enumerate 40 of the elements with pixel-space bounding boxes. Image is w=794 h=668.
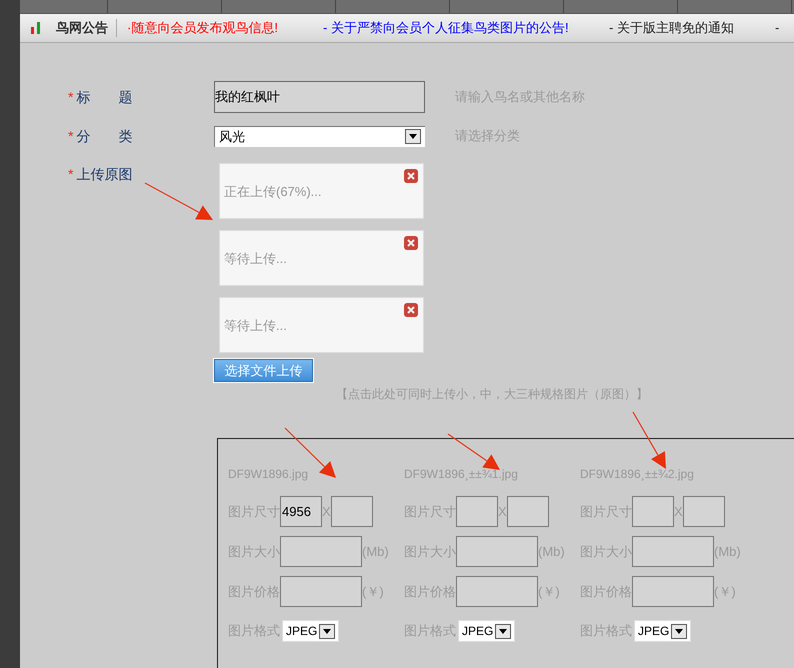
field-label: 分 类 [76, 126, 132, 146]
filesize-field[interactable] [280, 536, 362, 567]
bar-chart-icon [31, 22, 41, 34]
upload-status: 正在上传(67%)... [224, 182, 322, 201]
upload-status: 等待上传... [224, 250, 287, 268]
required-mark: * [68, 126, 74, 146]
notice-title: 鸟网公告 [56, 19, 108, 38]
height-field[interactable] [506, 496, 549, 527]
width-field[interactable]: 4956 [280, 496, 322, 527]
remove-icon[interactable] [404, 236, 418, 250]
price-field[interactable] [280, 576, 362, 607]
remove-icon[interactable] [404, 169, 418, 183]
unit-label: (￥) [538, 582, 560, 601]
arrow [632, 412, 666, 469]
filesize-field[interactable] [632, 536, 714, 567]
title-field[interactable]: 我的红枫叶 [214, 81, 425, 113]
upload-status: 等待上传... [224, 316, 287, 335]
unit-label: (￥) [362, 582, 384, 601]
required-mark: * [68, 165, 74, 184]
height-field[interactable] [682, 496, 725, 527]
width-field[interactable] [632, 496, 674, 527]
arrow [144, 182, 213, 220]
format-select[interactable]: JPEG [634, 620, 691, 642]
unit-label: (￥) [714, 582, 736, 601]
format-select[interactable]: JPEG [458, 620, 515, 642]
notice-link[interactable]: - 关于版主聘免的通知 [609, 18, 775, 38]
filesize-field[interactable] [456, 536, 538, 567]
field-label: 上传原图 [76, 165, 132, 184]
notice-link[interactable]: - [775, 18, 780, 38]
required-mark: * [68, 88, 74, 106]
field-label: 标 题 [76, 88, 132, 106]
category-select[interactable]: 风光 [214, 126, 425, 146]
price-field[interactable] [456, 576, 538, 607]
arrow [448, 434, 500, 470]
width-field[interactable] [456, 496, 498, 527]
format-select[interactable]: JPEG [282, 620, 339, 642]
remove-icon[interactable] [404, 303, 418, 317]
height-field[interactable] [330, 496, 373, 527]
notice-link[interactable]: - 关于严禁向会员个人征集鸟类图片的公告! [323, 18, 609, 38]
price-field[interactable] [632, 576, 714, 607]
